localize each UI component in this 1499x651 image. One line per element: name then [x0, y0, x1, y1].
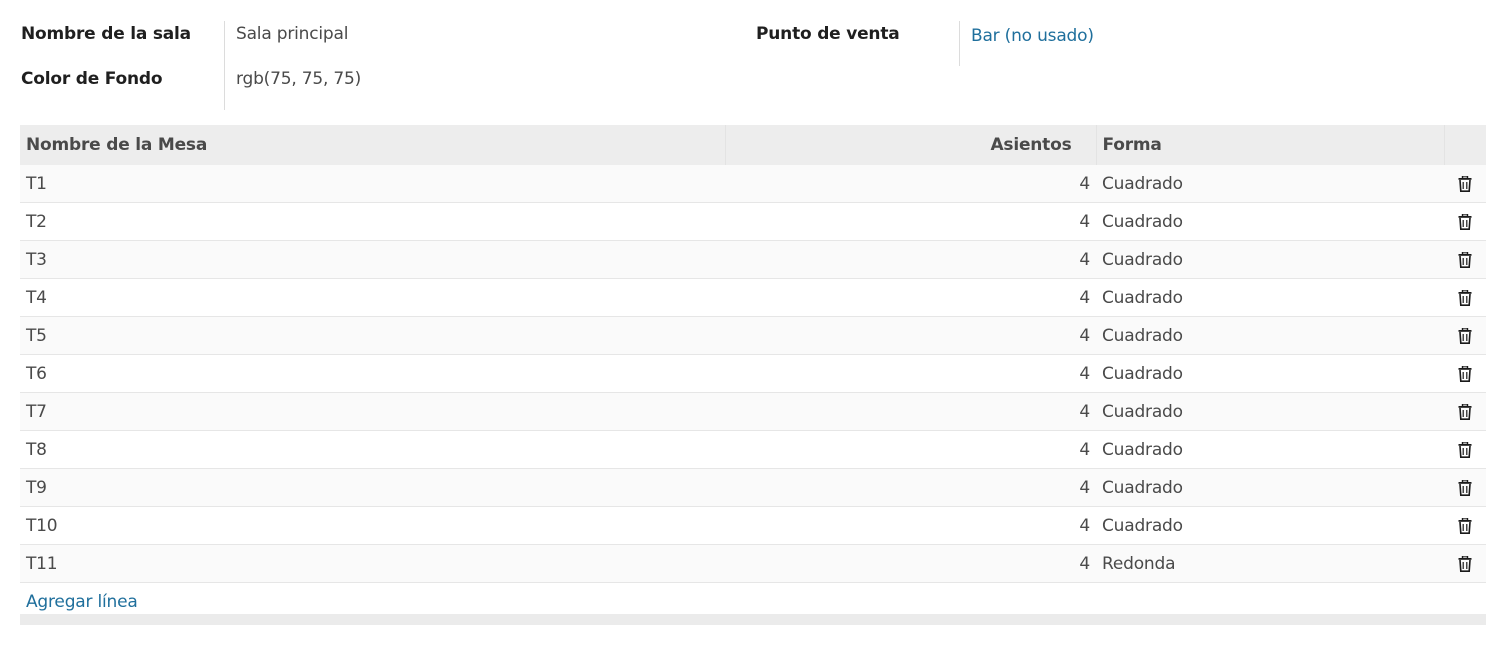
table-shape-cell[interactable]: Redonda [1096, 544, 1444, 583]
table-row[interactable]: T6 4 Cuadrado [20, 354, 1486, 393]
table-name-cell[interactable]: T7 [20, 392, 725, 431]
table-header-row: Nombre de la Mesa Asientos Forma [20, 125, 1486, 165]
table-seats-cell[interactable]: 4 [725, 468, 1096, 507]
table-shape-cell[interactable]: Cuadrado [1096, 430, 1444, 469]
table-name-cell[interactable]: T4 [20, 278, 725, 317]
table-row[interactable]: T2 4 Cuadrado [20, 202, 1486, 241]
pos-divider [959, 21, 960, 66]
bg-color-field[interactable]: rgb(75, 75, 75) [236, 69, 361, 89]
trash-icon[interactable] [1458, 478, 1472, 496]
table-seats-cell[interactable]: 4 [725, 392, 1096, 431]
trash-icon[interactable] [1458, 326, 1472, 344]
tables-list: Nombre de la Mesa Asientos Forma T1 4 Cu… [20, 125, 1486, 620]
table-name-cell[interactable]: T10 [20, 506, 725, 545]
table-name-cell[interactable]: T9 [20, 468, 725, 507]
table-footer [20, 614, 1486, 625]
trash-icon[interactable] [1458, 364, 1472, 382]
table-seats-cell[interactable]: 4 [725, 278, 1096, 317]
trash-icon[interactable] [1458, 516, 1472, 534]
table-row[interactable]: T8 4 Cuadrado [20, 430, 1486, 469]
table-shape-cell[interactable]: Cuadrado [1096, 506, 1444, 545]
table-seats-cell[interactable]: 4 [725, 544, 1096, 583]
table-seats-cell[interactable]: 4 [725, 430, 1096, 469]
table-name-cell[interactable]: T11 [20, 544, 725, 583]
table-seats-cell[interactable]: 4 [725, 165, 1096, 203]
table-seats-cell[interactable]: 4 [725, 506, 1096, 545]
table-row[interactable]: T4 4 Cuadrado [20, 278, 1486, 317]
room-name-field[interactable]: Sala principal [236, 24, 348, 44]
table-shape-cell[interactable]: Cuadrado [1096, 202, 1444, 241]
table-seats-cell[interactable]: 4 [725, 354, 1096, 393]
table-row[interactable]: T1 4 Cuadrado [20, 165, 1486, 203]
table-row[interactable]: T5 4 Cuadrado [20, 316, 1486, 355]
table-shape-cell[interactable]: Cuadrado [1096, 278, 1444, 317]
table-row[interactable]: T7 4 Cuadrado [20, 392, 1486, 431]
trash-icon[interactable] [1458, 212, 1472, 230]
table-shape-cell[interactable]: Cuadrado [1096, 316, 1444, 355]
column-header-seats[interactable]: Asientos [725, 125, 1097, 165]
table-name-cell[interactable]: T2 [20, 202, 725, 241]
table-name-cell[interactable]: T5 [20, 316, 725, 355]
form-divider [224, 21, 225, 110]
table-name-cell[interactable]: T1 [20, 165, 725, 203]
trash-icon[interactable] [1458, 554, 1472, 572]
table-shape-cell[interactable]: Cuadrado [1096, 354, 1444, 393]
column-header-shape[interactable]: Forma [1096, 125, 1445, 165]
room-name-label: Nombre de la sala [21, 24, 191, 44]
table-shape-cell[interactable]: Cuadrado [1096, 392, 1444, 431]
table-name-cell[interactable]: T6 [20, 354, 725, 393]
table-row[interactable]: T10 4 Cuadrado [20, 506, 1486, 545]
trash-icon[interactable] [1458, 250, 1472, 268]
pos-label: Punto de venta [756, 24, 900, 44]
trash-icon[interactable] [1458, 402, 1472, 420]
room-form: Nombre de la sala Sala principal Color d… [0, 0, 1499, 120]
add-line-link[interactable]: Agregar línea [26, 592, 138, 612]
table-row[interactable]: T11 4 Redonda [20, 544, 1486, 583]
table-seats-cell[interactable]: 4 [725, 240, 1096, 279]
table-shape-cell[interactable]: Cuadrado [1096, 165, 1444, 203]
table-seats-cell[interactable]: 4 [725, 316, 1096, 355]
table-seats-cell[interactable]: 4 [725, 202, 1096, 241]
table-name-cell[interactable]: T8 [20, 430, 725, 469]
table-shape-cell[interactable]: Cuadrado [1096, 240, 1444, 279]
trash-icon[interactable] [1458, 288, 1472, 306]
table-row[interactable]: T9 4 Cuadrado [20, 468, 1486, 507]
table-shape-cell[interactable]: Cuadrado [1096, 468, 1444, 507]
pos-link[interactable]: Bar (no usado) [971, 26, 1094, 46]
table-row[interactable]: T3 4 Cuadrado [20, 240, 1486, 279]
column-header-name[interactable]: Nombre de la Mesa [20, 125, 726, 165]
bg-color-label: Color de Fondo [21, 69, 163, 89]
column-header-actions [1444, 125, 1486, 165]
trash-icon[interactable] [1458, 440, 1472, 458]
table-name-cell[interactable]: T3 [20, 240, 725, 279]
trash-icon[interactable] [1458, 174, 1472, 192]
